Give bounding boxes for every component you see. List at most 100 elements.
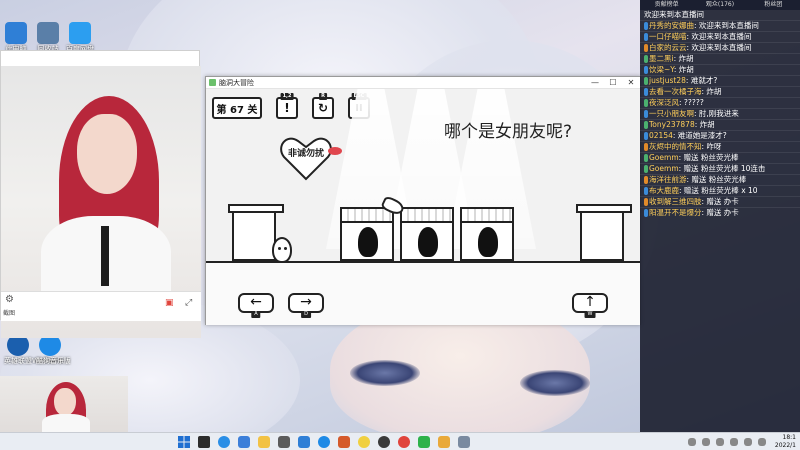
webcam-bottom-label: 截图 <box>3 310 16 317</box>
chat-username[interactable]: justjust28 <box>649 76 686 85</box>
volume-icon[interactable] <box>758 438 766 446</box>
move-left-button[interactable]: ← A <box>238 293 274 318</box>
left-door[interactable] <box>228 204 284 261</box>
user-level-badge <box>644 22 648 30</box>
chat-message-list[interactable]: 欢迎来到本直播间 丹秀的安娜曲: 欢迎来到本直播间 一口仔喵喵: 欢迎来到本直播间白… <box>640 10 800 218</box>
task-view-icon[interactable] <box>198 436 210 448</box>
user-level-badge <box>644 121 648 129</box>
tab-fan-club[interactable]: 粉丝团 <box>747 0 800 10</box>
desktop-icon-recycle-bin[interactable]: 回收站 <box>34 22 62 53</box>
chat-username[interactable]: 丹秀的安娜曲 <box>649 21 694 30</box>
heart-sign-text: 非诚勿扰 <box>288 149 325 159</box>
chat-text: 赠送 粉丝荧光棒 10连击 <box>683 164 766 173</box>
window-controls: — ☐ ✕ <box>586 77 640 89</box>
chat-message: 一口仔喵喵: 欢迎来到本直播间 <box>640 31 800 42</box>
streamer-tie <box>101 226 109 286</box>
app-icon[interactable] <box>398 436 410 448</box>
egg-character[interactable] <box>272 237 292 263</box>
settings-icon[interactable]: ⚙ <box>5 294 14 305</box>
tab-contribution[interactable]: 贡献榜单 <box>640 0 693 10</box>
desktop-icon-kugou[interactable]: 酷狗音乐 <box>36 334 64 365</box>
chat-text: 赠送 办卡 <box>706 208 739 217</box>
chat-username[interactable]: Goemm <box>649 164 679 173</box>
tray-icon[interactable] <box>730 438 738 446</box>
chat-message: 灰烬中的情不知: 咋呀 <box>640 141 800 152</box>
app-icon[interactable] <box>278 436 290 448</box>
chat-text: 难道她是漆才? <box>677 131 727 140</box>
chat-username[interactable]: 饮梁~Y <box>649 65 674 74</box>
hint-button[interactable]: 1,2 ! <box>276 93 298 119</box>
right-door[interactable] <box>576 204 632 261</box>
app-icon[interactable] <box>438 436 450 448</box>
move-right-button[interactable]: → D <box>288 293 324 318</box>
chat-username[interactable]: 收到解三维四肢 <box>649 197 702 206</box>
chat-username[interactable]: 一口仔喵喵 <box>649 32 687 41</box>
chat-username[interactable]: Tony237878 <box>649 120 695 129</box>
user-level-badge <box>644 176 648 184</box>
user-level-badge <box>644 33 648 41</box>
user-level-badge <box>644 88 648 96</box>
maximize-button[interactable]: ☐ <box>604 77 622 89</box>
file-explorer-icon[interactable] <box>258 436 270 448</box>
tab-audience[interactable]: 观众(176) <box>693 0 746 10</box>
tray-icon[interactable] <box>716 438 724 446</box>
user-level-badge <box>644 110 648 118</box>
booth-left[interactable] <box>340 207 394 261</box>
app-icon[interactable] <box>298 436 310 448</box>
close-button[interactable]: ✕ <box>622 77 640 89</box>
chat-message: Tony237878: 炸胡 <box>640 119 800 130</box>
tray-icon[interactable] <box>688 438 696 446</box>
chat-text: 难就才? <box>690 76 718 85</box>
chat-username[interactable]: 墨二黑i <box>649 54 674 63</box>
game-titlebar[interactable]: 脑洞大冒险 <box>206 77 640 89</box>
restart-button[interactable]: R ↻ <box>312 93 334 119</box>
chat-message: justjust28: 难就才? <box>640 75 800 86</box>
game-taskbar-icon[interactable] <box>458 436 470 448</box>
chat-username[interactable]: 白家的云云 <box>649 43 687 52</box>
chat-username[interactable]: 阳温开不是爆分 <box>649 208 702 217</box>
chat-username[interactable]: 海洋往前游 <box>649 175 687 184</box>
edge-icon[interactable] <box>218 436 230 448</box>
jump-button[interactable]: ↑ W <box>572 293 608 318</box>
chat-text: ????? <box>683 98 704 107</box>
system-clock[interactable]: 18:1 2022/1 <box>775 434 796 450</box>
chat-text: 赠送 粉丝荧光棒 x 10 <box>683 186 758 195</box>
chat-username[interactable]: 布大鹿鹿 <box>649 186 679 195</box>
tray-icon[interactable] <box>702 438 710 446</box>
chat-username[interactable]: 去看一次橘子海 <box>649 87 702 96</box>
chat-message: 一只小朋友啊: 肘,刚我进来 <box>640 108 800 119</box>
chat-username[interactable]: 灰烬中的情不知 <box>649 142 702 151</box>
desktop-icon-baidu-netdisk[interactable]: 百度网盘 <box>66 22 94 53</box>
user-level-badge <box>644 143 648 151</box>
game-window[interactable]: 脑洞大冒险 — ☐ ✕ 第 67 关 1,2 ! R ↻ ESC II 哪个是女… <box>205 76 641 325</box>
network-icon[interactable] <box>744 438 752 446</box>
game-stage[interactable]: 第 67 关 1,2 ! R ↻ ESC II 哪个是女朋友呢? 非诚勿扰 <box>206 89 640 325</box>
desktop-icon-lol-wegame[interactable]: 英雄联盟WeGame版 <box>4 334 71 365</box>
webcam-window[interactable]: ⚙ 截图 ▣ ⤢ <box>0 50 201 338</box>
chat-username[interactable]: 一只小朋友啊 <box>649 109 694 118</box>
app-icon[interactable] <box>338 436 350 448</box>
game-window-title: 脑洞大冒险 <box>219 78 254 87</box>
windows-start-icon[interactable] <box>178 436 190 448</box>
desktop-icon-this-pc[interactable]: 此电脑 <box>2 22 30 53</box>
kugou-taskbar-icon[interactable] <box>318 436 330 448</box>
wechat-icon[interactable] <box>418 436 430 448</box>
chat-text: 炸胡 <box>706 87 722 96</box>
user-level-badge <box>644 154 648 162</box>
chat-username[interactable]: 02154 <box>649 131 673 140</box>
app-icon[interactable] <box>378 436 390 448</box>
booth-middle[interactable] <box>400 207 454 261</box>
minimize-button[interactable]: — <box>586 77 604 89</box>
booth-right[interactable] <box>460 207 514 261</box>
store-icon[interactable] <box>238 436 250 448</box>
app-icon[interactable] <box>358 436 370 448</box>
level-indicator: 第 67 关 <box>212 97 262 119</box>
hint-key-label: 1,2 <box>280 93 294 100</box>
chat-username[interactable]: Goemm <box>649 153 679 162</box>
computer-icon <box>5 22 27 44</box>
expand-icon[interactable]: ⤢ <box>185 298 192 308</box>
record-icon[interactable]: ▣ <box>165 298 174 308</box>
chat-username[interactable]: 夜深泛风 <box>649 98 679 107</box>
live-chat-panel[interactable]: 贡献榜单 观众(176) 粉丝团 欢迎来到本直播间 丹秀的安娜曲: 欢迎来到本直播… <box>640 0 800 432</box>
restart-icon: ↻ <box>317 101 329 115</box>
